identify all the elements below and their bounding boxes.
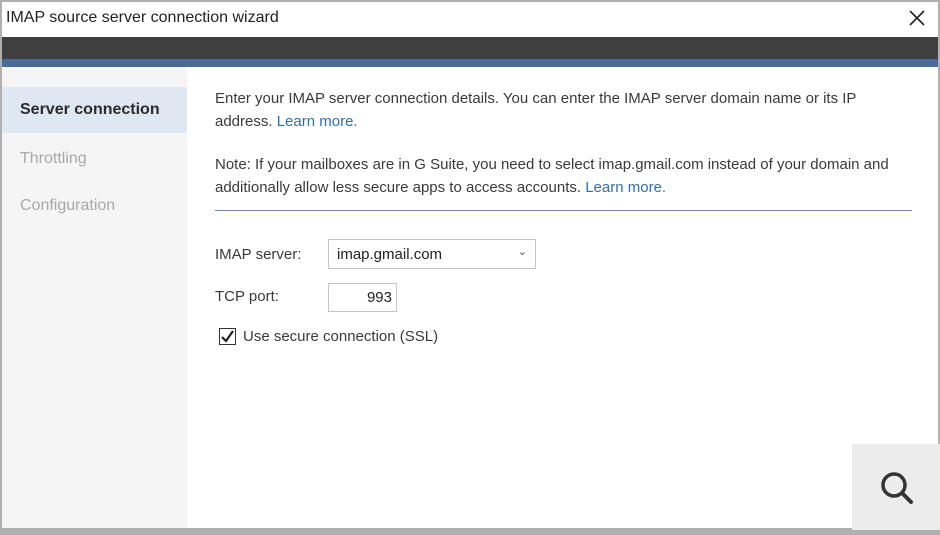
imap-server-dropdown[interactable]: imap.gmail.com ⌄ xyxy=(328,239,536,269)
intro-paragraph: Enter your IMAP server connection detail… xyxy=(215,87,915,133)
tcp-port-input[interactable]: 993 xyxy=(328,283,397,312)
note-text: Note: If your mailboxes are in G Suite, … xyxy=(215,156,889,196)
title-bar: IMAP source server connection wizard xyxy=(2,2,938,35)
sidebar-item-throttling[interactable]: Throttling xyxy=(2,136,187,182)
search-icon xyxy=(881,472,913,504)
checkmark-icon xyxy=(221,330,234,343)
tcp-port-label: TCP port: xyxy=(215,288,279,305)
chevron-down-icon: ⌄ xyxy=(517,246,527,258)
sidebar-item-configuration[interactable]: Configuration xyxy=(2,183,187,229)
imap-server-label: IMAP server: xyxy=(215,246,302,263)
ssl-label[interactable]: Use secure connection (SSL) xyxy=(243,328,438,345)
sidebar-item-server-connection[interactable]: Server connection xyxy=(2,87,187,133)
note-paragraph: Note: If your mailboxes are in G Suite, … xyxy=(215,153,915,199)
intro-learn-more-link[interactable]: Learn more. xyxy=(277,113,358,130)
window-title: IMAP source server connection wizard xyxy=(6,9,279,26)
ssl-checkbox[interactable] xyxy=(219,328,236,345)
wizard-window: IMAP source server connection wizard Ser… xyxy=(2,2,938,528)
accent-bar xyxy=(2,59,938,67)
header-bar xyxy=(2,37,938,59)
note-learn-more-link[interactable]: Learn more. xyxy=(585,179,666,196)
zoom-search-button[interactable] xyxy=(852,444,940,530)
close-icon xyxy=(909,10,925,26)
imap-server-value: imap.gmail.com xyxy=(337,246,443,263)
section-divider xyxy=(215,210,912,211)
sidebar: Server connection Throttling Configurati… xyxy=(2,67,187,528)
close-button[interactable] xyxy=(906,7,928,29)
